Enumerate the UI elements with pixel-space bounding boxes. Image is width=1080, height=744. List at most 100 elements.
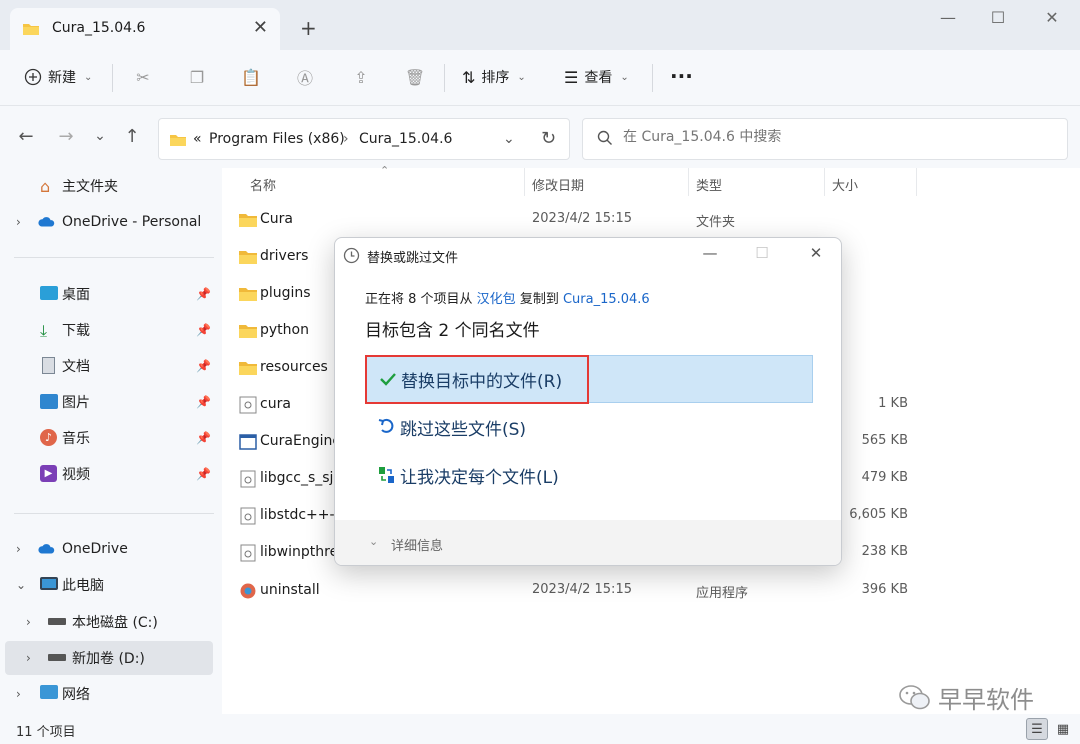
sidebar-item-music[interactable]: ♪ 音乐 📌 <box>0 421 214 455</box>
sidebar-item-pictures[interactable]: 图片 📌 <box>0 385 214 419</box>
dialog-maximize-button: ☐ <box>755 244 769 262</box>
pin-icon[interactable]: 📌 <box>196 359 211 373</box>
pin-icon[interactable]: 📌 <box>196 467 211 481</box>
destination-folder-link[interactable]: Cura_15.04.6 <box>563 292 650 307</box>
close-window-button[interactable]: ✕ <box>1032 8 1072 27</box>
column-divider[interactable] <box>824 168 825 196</box>
file-name: cura <box>260 396 291 412</box>
pin-icon[interactable]: 📌 <box>196 395 211 409</box>
sidebar-item-label: OneDrive <box>62 541 128 557</box>
pin-icon[interactable]: 📌 <box>196 287 211 301</box>
drive-icon <box>48 618 66 625</box>
sidebar-item-this-pc[interactable]: ⌄ 此电脑 <box>0 568 214 602</box>
item-count: 11 个项目 <box>16 725 76 740</box>
column-divider[interactable] <box>688 168 689 196</box>
refresh-icon[interactable]: ↻ <box>541 128 556 149</box>
file-name: libstdc++-6 <box>260 507 336 523</box>
file-name: libgcc_s_sjl <box>260 470 336 486</box>
file-row[interactable]: uninstall 2023/4/2 15:15 应用程序 396 KB <box>222 574 922 608</box>
dialog-title-bar: 替换或跳过文件 — ☐ ✕ <box>335 238 841 272</box>
copy-icon[interactable]: ❐ <box>186 66 208 88</box>
details-view-icon[interactable]: ☰ <box>1026 718 1048 740</box>
sidebar-item-drive-d[interactable]: › 新加卷 (D:) <box>5 641 213 675</box>
tab-cura[interactable]: Cura_15.04.6 ✕ <box>10 8 280 50</box>
tiles-view-icon[interactable]: ▦ <box>1052 718 1074 740</box>
skip-files-option[interactable]: 跳过这些文件(S) <box>365 403 813 451</box>
chevron-right-icon[interactable]: › <box>16 542 21 556</box>
forward-icon[interactable]: → <box>54 126 78 147</box>
sidebar-item-desktop[interactable]: 桌面 📌 <box>0 277 214 311</box>
pin-icon[interactable]: 📌 <box>196 431 211 445</box>
up-icon[interactable]: ↑ <box>120 126 144 147</box>
folder-icon <box>239 325 257 338</box>
dialog-close-button[interactable]: ✕ <box>801 244 831 262</box>
sidebar-item-network[interactable]: › 网络 <box>0 677 214 711</box>
sidebar-item-drive-c[interactable]: › 本地磁盘 (C:) <box>0 605 214 639</box>
breadcrumb-overflow[interactable]: « <box>193 131 202 147</box>
chevron-right-icon[interactable]: › <box>16 687 21 701</box>
source-folder-link[interactable]: 汉化包 <box>477 292 516 307</box>
search-input[interactable] <box>623 129 1043 145</box>
address-bar[interactable]: « Program Files (x86) › Cura_15.04.6 ⌄ ↻ <box>158 118 570 160</box>
maximize-button[interactable]: ☐ <box>978 8 1018 27</box>
chevron-right-icon[interactable]: › <box>26 615 31 629</box>
divider <box>444 64 445 92</box>
column-divider[interactable] <box>524 168 525 196</box>
file-name: Cura <box>260 211 293 227</box>
chevron-right-icon[interactable]: › <box>26 651 31 665</box>
file-type: 应用程序 <box>696 586 749 601</box>
sidebar-item-downloads[interactable]: ⤓ 下载 📌 <box>0 313 214 347</box>
rename-icon[interactable]: Ⓐ <box>294 66 316 88</box>
sidebar-item-documents[interactable]: 文档 📌 <box>0 349 214 383</box>
tab-title: Cura_15.04.6 <box>52 20 146 36</box>
navigation-row: ← → ⌄ ↑ « Program Files (x86) › Cura_15.… <box>0 106 1080 168</box>
column-header-type[interactable]: 类型 <box>696 175 722 194</box>
breadcrumb-cura[interactable]: Cura_15.04.6 <box>359 131 452 147</box>
sidebar-item-onedrive-personal[interactable]: › OneDrive - Personal <box>0 205 214 239</box>
sidebar-item-label: 图片 <box>62 395 90 411</box>
chevron-right-icon[interactable]: › <box>16 215 21 229</box>
sort-label: 排序 <box>481 70 510 86</box>
dll-file-icon <box>240 544 256 562</box>
command-bar: 新建 ⌄ ✂ ❐ 📋 Ⓐ ⇪ 🗑 ⇅ 排序 ⌄ ☰ 查看 ⌄ ··· <box>0 50 1080 106</box>
chevron-down-icon[interactable]: ⌄ <box>16 578 26 592</box>
sort-icon: ⇅ <box>462 67 476 87</box>
document-icon <box>42 357 55 374</box>
new-button[interactable]: 新建 ⌄ <box>24 67 92 87</box>
search-box[interactable] <box>582 118 1068 160</box>
back-icon[interactable]: ← <box>14 126 38 147</box>
details-toggle[interactable]: ⌄ 详细信息 <box>335 520 841 565</box>
cut-icon[interactable]: ✂ <box>132 66 154 88</box>
home-icon: ⌂ <box>40 177 51 196</box>
sidebar-item-onedrive[interactable]: › OneDrive <box>0 532 214 566</box>
file-name: drivers <box>260 248 309 264</box>
sidebar-item-videos[interactable]: ▶ 视频 📌 <box>0 457 214 491</box>
share-icon[interactable]: ⇪ <box>350 66 372 88</box>
file-row[interactable]: Cura 2023/4/2 15:15 文件夹 <box>222 203 922 237</box>
recent-locations-icon[interactable]: ⌄ <box>88 128 112 144</box>
column-header-size[interactable]: 大小 <box>832 175 858 194</box>
breadcrumb-program-files[interactable]: Program Files (x86) <box>209 131 345 147</box>
paste-icon[interactable]: 📋 <box>240 66 262 88</box>
sort-button[interactable]: ⇅ 排序 ⌄ <box>462 67 526 87</box>
address-dropdown-icon[interactable]: ⌄ <box>503 131 515 147</box>
column-header-modified[interactable]: 修改日期 <box>532 175 584 194</box>
tab-close-icon[interactable]: ✕ <box>253 17 268 38</box>
title-bar: Cura_15.04.6 ✕ + — ☐ ✕ <box>0 0 1080 50</box>
column-divider[interactable] <box>916 168 917 196</box>
view-button[interactable]: ☰ 查看 ⌄ <box>564 67 629 87</box>
pin-icon[interactable]: 📌 <box>196 323 211 337</box>
decide-each-file-option[interactable]: 让我决定每个文件(L) <box>365 451 813 499</box>
more-options-button[interactable]: ··· <box>670 64 693 88</box>
delete-icon[interactable]: 🗑 <box>404 66 426 88</box>
new-tab-button[interactable]: + <box>300 16 317 40</box>
dialog-minimize-button[interactable]: — <box>695 244 725 262</box>
view-icon: ☰ <box>564 67 579 87</box>
sidebar-item-home[interactable]: ⌂ 主文件夹 <box>0 169 214 203</box>
minimize-button[interactable]: — <box>928 8 968 27</box>
watermark-text: 早早软件 <box>938 686 1034 714</box>
chevron-down-icon: ⌄ <box>517 71 526 83</box>
option-label: 跳过这些文件(S) <box>400 419 527 440</box>
column-header-name[interactable]: 名称 <box>250 175 276 194</box>
wechat-logo-icon <box>899 684 930 709</box>
